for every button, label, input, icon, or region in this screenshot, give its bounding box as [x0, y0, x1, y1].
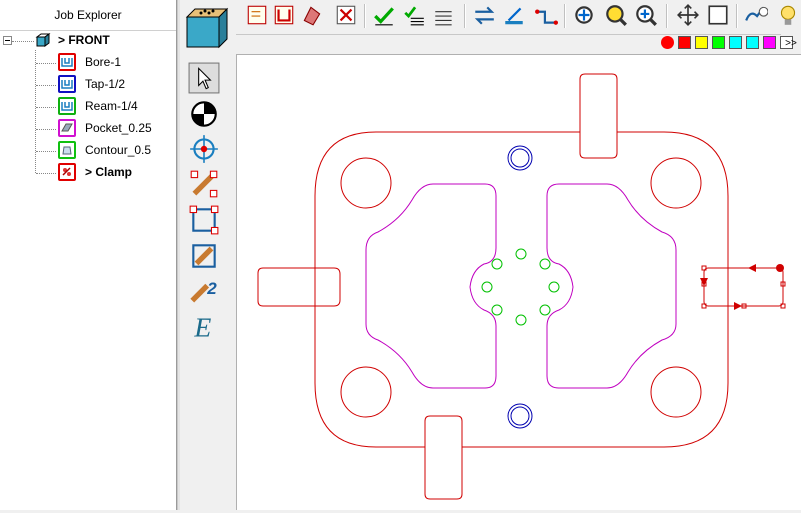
ream-hole: [548, 281, 560, 293]
chain-2-icon[interactable]: 2: [188, 275, 220, 307]
move-icon[interactable]: [676, 3, 700, 27]
ream-hole: [481, 281, 493, 293]
color-swatch[interactable]: [678, 36, 691, 49]
edit-icon[interactable]: [502, 3, 526, 27]
edit-e-icon[interactable]: E: [188, 310, 220, 343]
pocket-outline-right: [546, 183, 677, 389]
drawing-canvas[interactable]: [237, 55, 801, 510]
toolbar-separator: [564, 4, 566, 28]
pocket-outline: [365, 183, 497, 389]
color-swatch[interactable]: [695, 36, 708, 49]
rect-chain-icon[interactable]: [188, 204, 220, 236]
lightbulb-icon[interactable]: [776, 3, 800, 27]
tap-hole-top: [507, 145, 533, 171]
contour-tool-icon[interactable]: [272, 3, 296, 27]
tree-item-label: Ream-1/4: [85, 99, 138, 113]
rotate-chain-icon[interactable]: [188, 240, 220, 272]
corner-hole-bl: [340, 366, 392, 418]
ream-hole: [515, 314, 527, 326]
cad-drawing: [257, 73, 786, 500]
tree-item-ream[interactable]: Ream-1/4: [0, 96, 176, 116]
ream-hole: [491, 304, 503, 316]
svg-text:2: 2: [206, 279, 217, 298]
tree-item-contour[interactable]: Contour_0.5: [0, 140, 176, 160]
clamp-icon: [58, 163, 76, 181]
toolbar-overflow-button[interactable]: >>: [783, 37, 799, 51]
contour-icon: [58, 141, 76, 159]
tree-item-tap[interactable]: Tap-1/2: [0, 74, 176, 94]
svg-text:E: E: [193, 312, 211, 342]
tree-root-label: > FRONT: [58, 33, 110, 47]
zoom-fit-icon[interactable]: [572, 3, 596, 27]
tree-item-label: Pocket_0.25: [85, 121, 152, 135]
tree-item-clamp[interactable]: > Clamp: [0, 162, 176, 182]
hook-icon[interactable]: [744, 3, 769, 27]
toolbar-separator: [464, 4, 466, 28]
step-icon[interactable]: [534, 3, 558, 27]
view-cube-icon[interactable]: [183, 5, 231, 49]
zoom-window-icon[interactable]: [604, 3, 628, 27]
part-cube-icon: [35, 33, 51, 47]
left-tab: [257, 267, 315, 307]
ream-hole: [491, 258, 503, 270]
corner-hole-br: [650, 366, 702, 418]
multi-check-icon[interactable]: [402, 3, 426, 27]
ream-icon: [58, 97, 76, 115]
face-mill-icon[interactable]: [245, 3, 269, 27]
ream-hole: [539, 258, 551, 270]
job-explorer-panel: Job Explorer > FRONT Bore-1 Tap-1/2 Ream-1…: [0, 0, 177, 510]
tree-item-label: Contour_0.5: [85, 143, 152, 157]
current-color-indicator[interactable]: [661, 36, 674, 49]
ream-hole: [539, 304, 551, 316]
left-tab-inner: [315, 267, 341, 307]
delete-op-icon[interactable]: [334, 3, 358, 27]
pocket-icon: [58, 119, 76, 137]
origin-icon[interactable]: [188, 98, 220, 130]
tree-item-label: > Clamp: [85, 165, 133, 179]
top-notch: [579, 73, 618, 132]
clamp-rect: [703, 267, 784, 307]
select-arrow-icon[interactable]: [188, 62, 220, 94]
tree-root-front[interactable]: > FRONT: [0, 30, 176, 50]
bore-icon: [58, 53, 76, 71]
toolbar-separator: [666, 4, 668, 28]
corner-hole-tr: [650, 157, 702, 209]
select-box-icon[interactable]: [706, 3, 730, 27]
tap-hole-bottom: [507, 403, 533, 429]
tap-icon: [58, 75, 76, 93]
toolbar-separator: [364, 4, 366, 28]
chain-icon[interactable]: [188, 168, 220, 200]
ream-hole: [515, 248, 527, 260]
stack-icon[interactable]: [432, 3, 456, 27]
bottom-notch: [424, 447, 463, 500]
corner-hole-tl: [340, 157, 392, 209]
tree-item-bore[interactable]: Bore-1: [0, 52, 176, 72]
color-swatch[interactable]: [763, 36, 776, 49]
part-outline: [314, 131, 729, 448]
swap-icon[interactable]: [472, 3, 496, 27]
color-swatch[interactable]: [712, 36, 725, 49]
drill-tool-icon[interactable]: [300, 3, 324, 27]
job-explorer-title: Job Explorer: [0, 0, 176, 31]
color-swatch[interactable]: [746, 36, 759, 49]
color-swatch[interactable]: [729, 36, 742, 49]
toolbar-separator: [736, 4, 738, 28]
tree-item-label: Tap-1/2: [85, 77, 126, 91]
tree-item-label: Bore-1: [85, 55, 122, 69]
checkmark-icon[interactable]: [372, 3, 396, 27]
tree-item-pocket[interactable]: Pocket_0.25: [0, 118, 176, 138]
zoom-in-icon[interactable]: [634, 3, 658, 27]
crosshair-icon[interactable]: [188, 133, 220, 165]
